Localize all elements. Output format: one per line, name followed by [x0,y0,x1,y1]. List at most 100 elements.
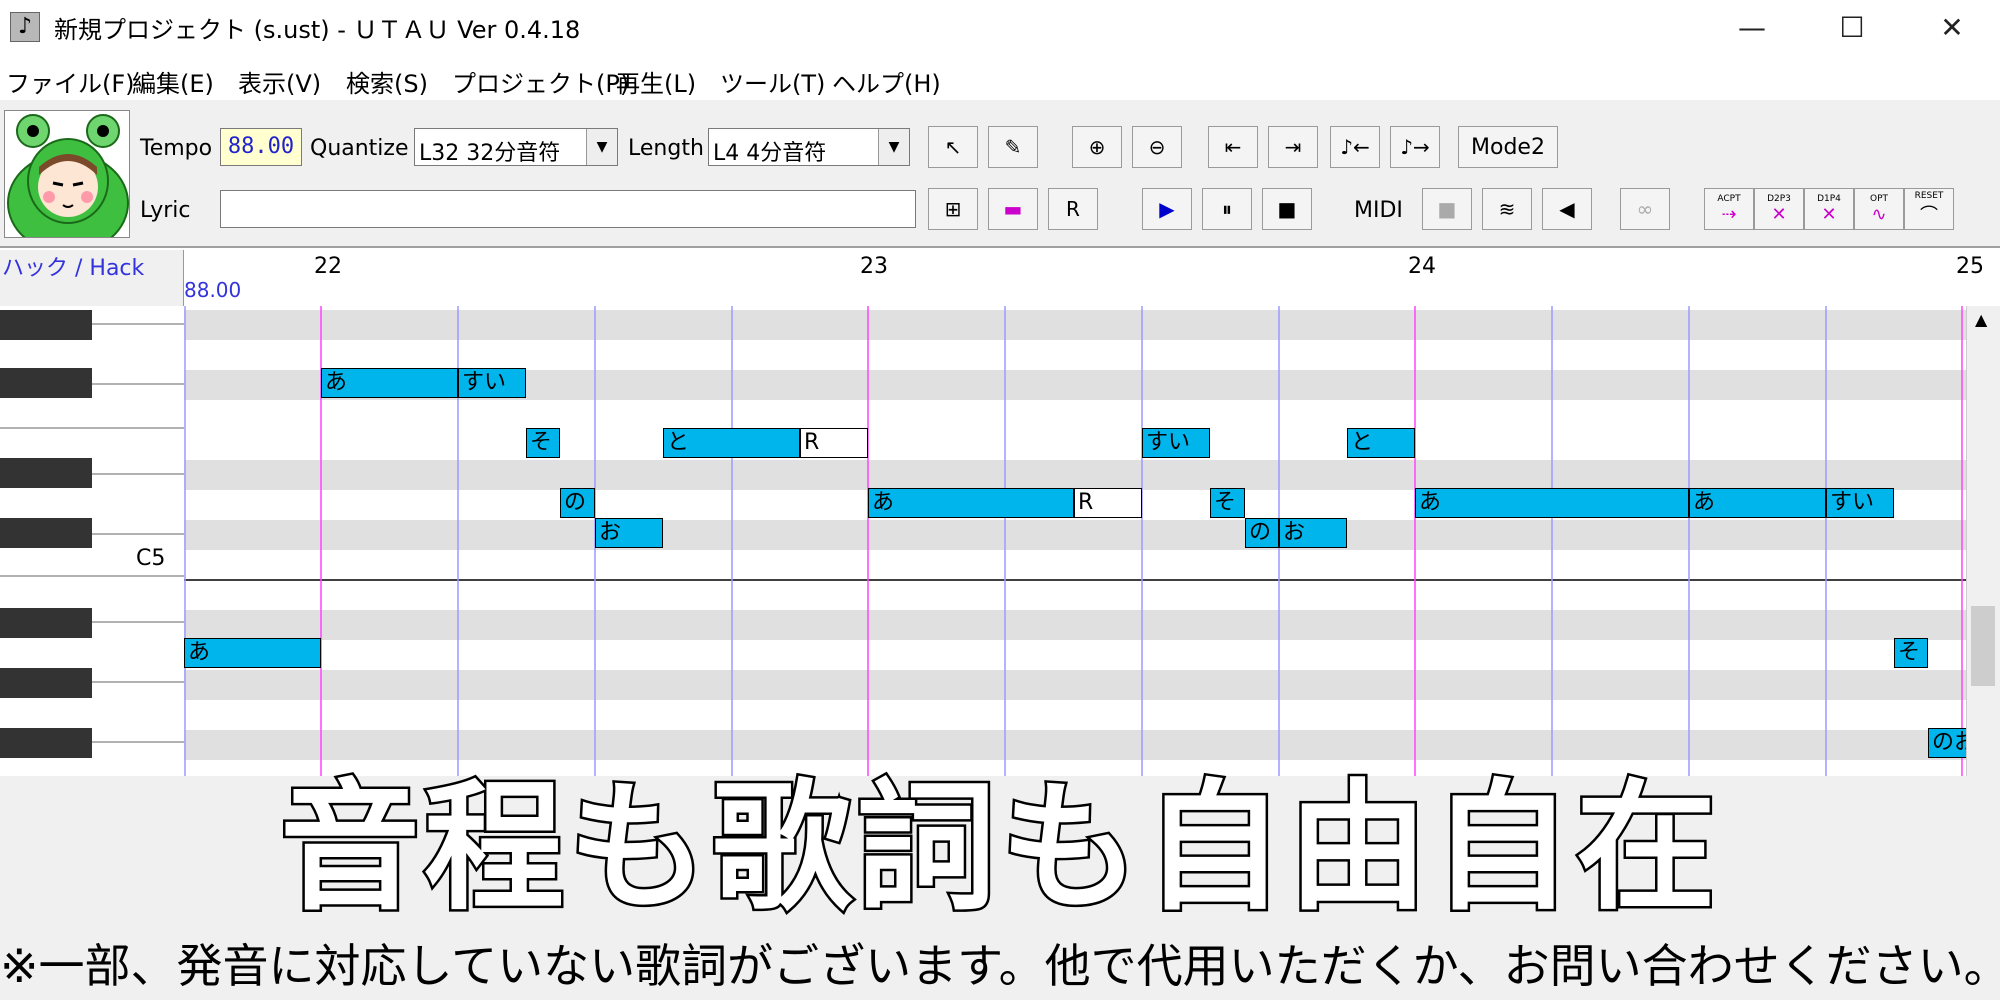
midi-loop-button[interactable]: ≋ [1482,188,1532,230]
piano-roll[interactable]: あ すい そ と R すい と の あ R そ あ あ すい お の お あ そ… [184,306,1966,776]
length-select[interactable]: L4 4分音符 ▼ [708,128,910,166]
note[interactable]: の [1245,518,1279,548]
menu-file[interactable]: ファイル(F) [6,64,135,99]
tempo-input[interactable]: 88.00 [220,128,302,166]
note[interactable]: あ [1689,488,1826,518]
menu-edit[interactable]: 編集(E) [132,64,214,99]
zoom-out-button[interactable]: ⊖ [1132,126,1182,168]
insert-rest-button[interactable]: R [1048,188,1098,230]
d2p3-label: D2P3 [1767,193,1791,204]
envelope-icon: ⌒ [1920,205,1938,226]
d2p3-button[interactable]: D2P3 ✕ [1754,188,1804,230]
next-note-button[interactable]: ♪→ [1390,126,1440,168]
menu-view[interactable]: 表示(V) [238,64,321,99]
note[interactable]: すい [1826,488,1894,518]
note[interactable]: と [1347,428,1415,458]
window-title: 新規プロジェクト (s.ust) - ＵＴＡＵ Ver 0.4.18 [54,16,581,44]
pause-button[interactable]: ⏸ [1202,188,1252,230]
pencil-tool-button[interactable]: ✎ [988,126,1038,168]
zoom-out-icon: ⊖ [1148,135,1166,159]
note-left-icon: ♪← [1340,135,1370,159]
note[interactable]: すい [458,368,526,398]
reset-button[interactable]: RESET ⌒ [1904,188,1954,230]
chevron-down-icon: ▼ [878,129,909,165]
note[interactable]: そ [1894,638,1928,668]
quantize-select[interactable]: L32 32分音符 ▼ [414,128,618,166]
length-value: L4 4分音符 [713,141,827,166]
insert-note-button[interactable]: ⊞ [928,188,978,230]
voicebank-avatar[interactable] [4,110,130,238]
menu-tools[interactable]: ツール(T) [720,64,825,99]
menu-play[interactable]: 再生(L) [616,64,696,99]
record-icon: ■ [1437,197,1457,221]
note[interactable]: そ [526,428,560,458]
lyric-input[interactable] [220,190,916,228]
chevron-down-icon: ▼ [586,129,617,165]
skip-to-start-icon: ⇤ [1224,135,1242,159]
skip-to-end-icon: ⇥ [1284,135,1302,159]
note[interactable]: あ [868,488,1074,518]
rest-note[interactable]: R [800,428,868,458]
key-label-c5: C5 [136,546,166,571]
minimize-button[interactable]: — [1704,0,1800,54]
note[interactable]: そ [1210,488,1245,518]
note[interactable]: お [595,518,663,548]
menu-bar: ファイル(F) 編集(E) 表示(V) 検索(S) プロジェクト(P) 再生(L… [0,54,2000,100]
measure-number: 22 [314,254,342,279]
tempo-label: Tempo [140,136,213,161]
note[interactable]: お [1279,518,1347,548]
quantize-label: Quantize [310,136,409,161]
quantize-value: L32 32分音符 [419,141,561,166]
add-note-button[interactable]: ▬ [988,188,1038,230]
note[interactable]: すい [1142,428,1210,458]
d1p4-button[interactable]: D1P4 ✕ [1804,188,1854,230]
app-icon[interactable]: ♪ [10,12,40,42]
note-right-icon: ♪→ [1400,135,1430,159]
speaker-icon: ◀ [1559,197,1575,221]
caption-headline: 音程も歌詞も自由自在 [277,767,1720,930]
vertical-scrollbar[interactable]: ▲ [1966,306,2000,776]
pointer-tool-button[interactable]: ↖ [928,126,978,168]
maximize-button[interactable]: ☐ [1804,0,1900,54]
note[interactable]: あ [321,368,458,398]
scrollbar-thumb[interactable] [1971,606,1995,686]
midi-record-button[interactable]: ■ [1422,188,1472,230]
stop-button[interactable]: ■ [1262,188,1312,230]
lyric-label: Lyric [140,198,191,223]
midi-mute-button[interactable]: ◀ [1542,188,1592,230]
add-note-icon: ▬ [1003,197,1023,221]
menu-search[interactable]: 検索(S) [346,64,428,99]
note[interactable]: のお [1928,728,1966,758]
close-button[interactable]: ✕ [1904,0,2000,54]
piano-keys-graphic [0,306,184,776]
note[interactable]: の [560,488,595,518]
scroll-up-icon[interactable]: ▲ [1975,310,1987,329]
note[interactable]: あ [1415,488,1689,518]
cross-icon: ✕ [1821,203,1837,225]
note[interactable]: あ [184,638,321,668]
go-to-end-button[interactable]: ⇥ [1268,126,1318,168]
midi-sync-button[interactable]: ∞ [1620,188,1670,230]
measure-ruler[interactable] [0,250,2000,307]
loop-icon: ≋ [1498,197,1516,221]
note[interactable]: と [663,428,800,458]
mode2-button[interactable]: Mode2 [1458,126,1558,168]
zoom-in-button[interactable]: ⊕ [1072,126,1122,168]
reset-label: RESET [1914,191,1944,201]
go-to-start-button[interactable]: ⇤ [1208,126,1258,168]
link-icon: ∞ [1636,197,1654,221]
acpt-icon: ⇢ [1721,203,1737,225]
opt-button[interactable]: OPT ∿ [1854,188,1904,230]
rest-note[interactable]: R [1074,488,1142,518]
stop-icon: ■ [1277,197,1297,221]
prev-note-button[interactable]: ♪← [1330,126,1380,168]
rest-icon: R [1066,197,1080,221]
piano-keyboard[interactable]: C5 [0,306,184,776]
acpt-button[interactable]: ACPT ⇢ [1704,188,1754,230]
menu-help[interactable]: ヘルプ(H) [832,64,941,99]
menu-project[interactable]: プロジェクト(P) [452,64,629,99]
length-label: Length [628,136,704,161]
play-button[interactable]: ▶ [1142,188,1192,230]
insert-note-icon: ⊞ [944,197,962,221]
opt-label: OPT [1869,193,1888,204]
